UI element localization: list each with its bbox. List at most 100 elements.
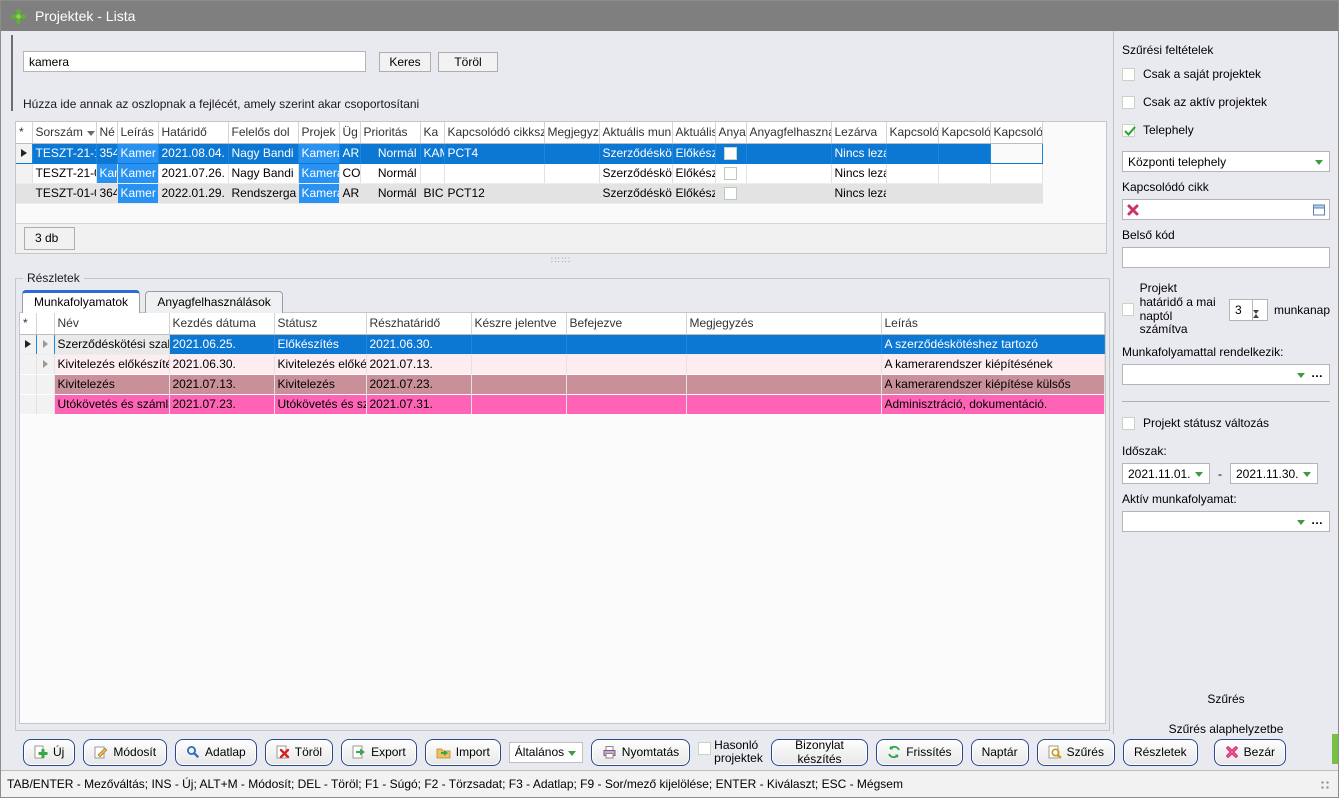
hasonlo-projektek-checkbox[interactable]: Hasonló projektek	[698, 739, 763, 764]
modosit-button[interactable]: Módosít	[83, 739, 167, 766]
col-leiras[interactable]: Leírás	[881, 313, 1104, 334]
torol-button[interactable]: Töröl	[265, 739, 333, 766]
table-row[interactable]: Kivitelezés 2021.07.13. Kivitelezés 2021…	[20, 374, 1104, 394]
checkbox[interactable]	[698, 742, 711, 755]
titlebar: Projektek - Lista	[1, 1, 1338, 31]
expand-icon[interactable]	[43, 360, 48, 368]
nyomtatas-button[interactable]: Nyomtatás	[591, 739, 690, 766]
statusbar: TAB/ENTER - Mezőváltás; INS - Új; ALT+M …	[1, 770, 1338, 798]
col-aktualis-r[interactable]: Aktuális r	[672, 122, 715, 143]
col-kapcsolodo-1[interactable]: Kapcsolódó	[886, 122, 938, 143]
frissites-button[interactable]: Frissítés	[876, 739, 962, 766]
grid-footer: 3 db	[16, 223, 1106, 253]
filter-sidebar: Szűrési feltételek Csak a saját projekte…	[1113, 31, 1339, 734]
chevron-down-icon	[1195, 472, 1203, 477]
col-nev[interactable]: Név	[54, 313, 169, 334]
reszletek-button[interactable]: Részletek	[1123, 739, 1198, 766]
workflows-grid-header: * Név Kezdés dátuma Státusz Részhatáridő…	[20, 313, 1104, 334]
col-megjegyzes[interactable]: Megjegyz	[544, 122, 599, 143]
import-button[interactable]: Import	[425, 739, 501, 766]
szures-button[interactable]: Szűrés	[1037, 739, 1115, 766]
col-statusz[interactable]: Státusz	[274, 313, 366, 334]
col-lezarva[interactable]: Lezárva	[831, 122, 886, 143]
internal-code-label: Belső kód	[1122, 228, 1330, 242]
table-row[interactable]: Utókövetés és számláz 2021.07.23. Utóköv…	[20, 394, 1104, 414]
chevron-down-icon	[1297, 373, 1305, 378]
site-checkbox[interactable]: Telephely	[1122, 123, 1330, 137]
table-row[interactable]: TESZT-21-0 Kam Kamer 2021.07.26. Nagy Ba…	[16, 163, 1042, 183]
has-workflow-select[interactable]: …	[1122, 364, 1330, 385]
ellipsis-button[interactable]: …	[1311, 366, 1324, 380]
anyago-checkbox[interactable]	[724, 187, 737, 200]
spin-down[interactable]	[1253, 314, 1267, 328]
torol-search-button[interactable]: Töröl	[438, 52, 498, 72]
col-reszhatarido[interactable]: Részhatáridő	[366, 313, 471, 334]
export-button[interactable]: Export	[341, 739, 417, 766]
deadline-unit-label: munkanap	[1274, 303, 1330, 317]
col-megjegyzes[interactable]: Megjegyzés	[686, 313, 881, 334]
own-projects-checkbox[interactable]: Csak a saját projektek	[1122, 67, 1330, 81]
chevron-down-icon	[1303, 472, 1311, 477]
resize-grip[interactable]	[1320, 780, 1330, 790]
record-count: 3 db	[24, 227, 75, 250]
tab-anyagfelhasznalasok[interactable]: Anyagfelhasználások	[145, 291, 282, 313]
table-row[interactable]: TESZT-21-1 354 Kamer 2021.08.04. Nagy Ba…	[16, 143, 1042, 163]
checkbox[interactable]	[1122, 68, 1135, 81]
table-row[interactable]: TESZT-01-0 364 Kamer 2022.01.29. Rendsze…	[16, 183, 1042, 203]
col-prioritas[interactable]: Prioritás	[360, 122, 420, 143]
col-keszre[interactable]: Készre jelentve	[471, 313, 566, 334]
col-felelos[interactable]: Felelős dol	[228, 122, 298, 143]
col-kapcsolodo-3[interactable]: Kapcsolódó	[990, 122, 1042, 143]
internal-code-input[interactable]	[1122, 247, 1330, 268]
naptar-button[interactable]: Naptár	[971, 739, 1029, 766]
splitter-handle[interactable]: ∷∷∷	[15, 256, 1107, 266]
col-projekt[interactable]: Projek	[298, 122, 339, 143]
tab-munkafolyamatok[interactable]: Munkafolyamatok	[22, 290, 140, 313]
related-item-input[interactable]	[1122, 199, 1330, 220]
filter-apply-button[interactable]: Szűrés	[1122, 692, 1330, 706]
anyago-checkbox[interactable]	[724, 147, 737, 160]
print-layout-select[interactable]: Általános	[509, 742, 583, 763]
checkbox[interactable]	[1122, 96, 1135, 109]
period-to-select[interactable]: 2021.11.30.	[1230, 463, 1318, 484]
site-select[interactable]: Központi telephely	[1122, 151, 1330, 172]
filter-magnifier-icon	[1048, 745, 1062, 759]
uj-button[interactable]: Új	[23, 739, 75, 766]
col-nev[interactable]: Né	[96, 122, 117, 143]
checkbox-checked[interactable]	[1122, 124, 1135, 137]
bizonylat-keszites-button[interactable]: Bizonylat készítés	[771, 739, 868, 766]
ellipsis-button[interactable]: …	[1311, 513, 1324, 527]
col-anyagfelh[interactable]: Anyagfelhasználás lez	[746, 122, 831, 143]
bezar-button[interactable]: Bezár	[1214, 739, 1286, 766]
refresh-icon	[887, 745, 901, 759]
table-row[interactable]: Kivitelezés előkészítési 2021.06.30. Kiv…	[20, 354, 1104, 374]
deadline-days-stepper[interactable]: 3	[1229, 299, 1268, 321]
col-kapcsolodo-2[interactable]: Kapcsolódó	[938, 122, 990, 143]
col-befejezve[interactable]: Befejezve	[566, 313, 686, 334]
deadline-checkbox[interactable]	[1122, 303, 1134, 316]
keres-button[interactable]: Keres	[379, 52, 431, 72]
checkbox[interactable]	[1122, 417, 1135, 430]
active-projects-checkbox[interactable]: Csak az aktív projektek	[1122, 95, 1330, 109]
col-leiras[interactable]: Leírás	[117, 122, 158, 143]
col-kezdes[interactable]: Kezdés dátuma	[169, 313, 274, 334]
status-change-checkbox[interactable]: Projekt státusz változás	[1122, 416, 1330, 430]
col-ugy[interactable]: Üg	[339, 122, 360, 143]
close-x-icon	[1225, 745, 1239, 759]
search-input[interactable]	[23, 51, 366, 72]
lookup-icon[interactable]	[1312, 203, 1326, 220]
col-sorszam[interactable]: Sorszám	[32, 122, 96, 143]
period-from-select[interactable]: 2021.11.01.	[1122, 463, 1210, 484]
col-aktualis-munka[interactable]: Aktuális munka	[599, 122, 672, 143]
adatlap-button[interactable]: Adatlap	[175, 739, 257, 766]
col-anyago[interactable]: Anyago	[715, 122, 746, 143]
expand-icon[interactable]	[43, 340, 48, 348]
anyago-checkbox[interactable]	[724, 167, 737, 180]
active-workflow-select[interactable]: …	[1122, 511, 1330, 532]
table-row[interactable]: Szerződéskötési szakas 2021.06.25. Előké…	[20, 334, 1104, 354]
col-cikkszam[interactable]: Kapcsolódó cikkszám	[444, 122, 544, 143]
col-hatarido[interactable]: Határidő	[158, 122, 228, 143]
export-icon	[352, 745, 366, 759]
clear-x-icon[interactable]	[1126, 203, 1140, 220]
col-ka[interactable]: Ka	[420, 122, 444, 143]
